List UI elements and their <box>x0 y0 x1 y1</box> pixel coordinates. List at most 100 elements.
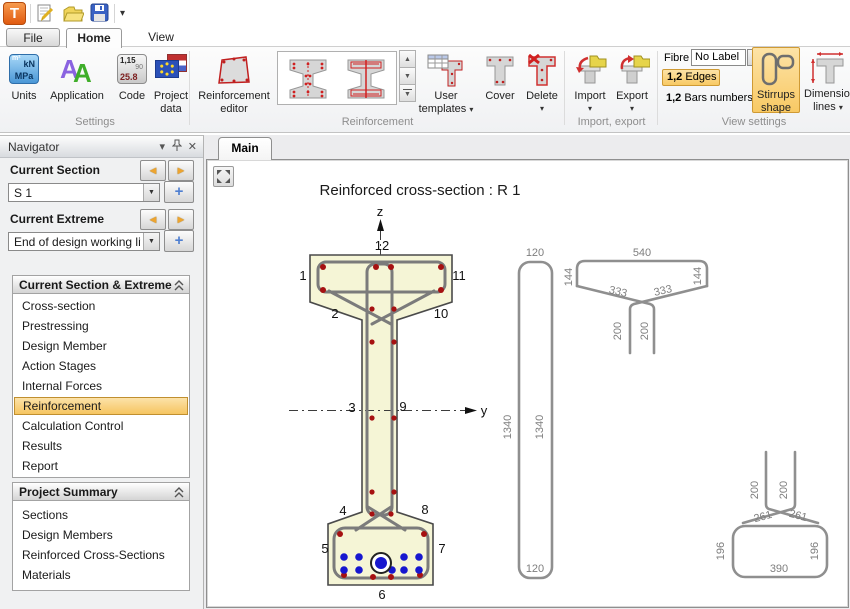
nav-item-internal-forces[interactable]: Internal Forces <box>13 376 189 396</box>
nav-item-cross-section[interactable]: Cross-section <box>13 296 189 316</box>
dimension-lines-icon <box>808 50 848 86</box>
project-summary-group-header[interactable]: Project Summary <box>12 482 190 501</box>
ribbon-tab-row: File Home View <box>0 28 850 47</box>
add-extreme-button[interactable]: + <box>164 230 194 252</box>
stirrups-shape-button[interactable]: Stirrups shape <box>752 47 800 113</box>
divider <box>30 4 31 23</box>
tab-main[interactable]: Main <box>218 137 272 160</box>
current-extreme-select[interactable]: End of design working life ▼ <box>8 232 160 251</box>
dim-bulb-slope-right: 261 <box>788 508 809 524</box>
dropdown-caret-icon: ▾ <box>839 103 843 112</box>
application-icon: A A <box>60 54 94 86</box>
reinforcement-editor-button[interactable]: Reinforcement editor <box>196 49 272 113</box>
edges-toggle[interactable]: 1,2 Edges <box>662 69 720 86</box>
cross-section-shape <box>310 255 452 585</box>
delete-button[interactable]: Delete ▾ <box>522 49 562 113</box>
section-extreme-group-header[interactable]: Current Section & Extreme <box>12 275 190 294</box>
left-arrow-icon: ◄ <box>148 165 159 177</box>
right-arrow-icon: ► <box>176 165 187 177</box>
flange-stirrup-detail: 540 144 144 333 333 200 200 <box>563 247 707 353</box>
dim-bulb-leg-right: 200 <box>778 481 790 499</box>
export-button[interactable]: Export ▾ <box>611 49 653 113</box>
units-button[interactable]: m² kN MPa Units <box>4 49 44 113</box>
nav-item-design-members[interactable]: Design Members <box>13 525 189 545</box>
import-button[interactable]: Import ▾ <box>569 49 611 113</box>
bars-numbers-toggle[interactable]: 1,2 Bars numbers <box>662 92 753 104</box>
user-templates-button[interactable]: User templates ▾ <box>418 49 474 113</box>
ribbon-group-settings: m² kN MPa Units A A Application 1,15 90 … <box>0 47 190 133</box>
nav-item-materials[interactable]: Materials <box>13 565 189 585</box>
dimension-lines-button[interactable]: Dimension lines ▾ <box>804 47 850 113</box>
y-axis-label: y <box>481 403 488 418</box>
bar-label-10: 10 <box>434 306 448 321</box>
dim-bulb-side-left: 196 <box>715 542 727 560</box>
bar-label-2: 2 <box>331 306 338 321</box>
current-section-select[interactable]: S 1 ▼ <box>8 183 160 202</box>
titlebar: T ▾ <box>0 0 850 28</box>
dropdown-caret-icon: ▾ <box>469 105 473 114</box>
nav-item-reinforced-cross-sections[interactable]: Reinforced Cross-Sections <box>13 545 189 565</box>
next-section-button[interactable]: ► <box>168 160 194 181</box>
code-icon: 1,15 90 25.8 <box>117 54 147 84</box>
template-ibeam-lines[interactable] <box>344 56 388 107</box>
bulb-stirrup-detail: 200 200 261 261 196 196 390 <box>715 452 827 577</box>
template-ibeam-dots[interactable] <box>286 56 330 107</box>
save-button[interactable] <box>90 3 112 25</box>
group-label-view-settings: View settings <box>658 115 850 129</box>
nav-item-action-stages[interactable]: Action Stages <box>13 356 189 376</box>
current-extreme-label: Current Extreme <box>10 212 104 226</box>
tab-view[interactable]: View <box>134 28 188 47</box>
nav-item-results[interactable]: Results <box>13 436 189 456</box>
pin-icon[interactable] <box>172 139 182 155</box>
units-icon: m² kN MPa <box>9 54 39 84</box>
right-arrow-icon: ► <box>176 214 187 226</box>
add-section-button[interactable]: + <box>164 181 194 203</box>
project-data-button[interactable]: Project data <box>152 49 190 113</box>
toolbar-more-icon[interactable]: ▾ <box>120 8 125 19</box>
open-button[interactable] <box>62 3 84 25</box>
nav-item-design-member[interactable]: Design Member <box>13 336 189 356</box>
application-window: T ▾ File <box>0 0 850 609</box>
current-section-label: Current Section <box>10 163 100 177</box>
stirrups-shape-icon <box>756 51 796 87</box>
gallery-more-button[interactable]: ▼ <box>399 84 416 102</box>
dim-flange-slope-left: 333 <box>608 284 629 300</box>
fibre-select[interactable]: No Label <box>691 49 746 66</box>
export-icon <box>614 54 650 85</box>
ribbon: m² kN MPa Units A A Application 1,15 90 … <box>0 47 850 133</box>
dim-flange-left: 144 <box>563 268 575 286</box>
code-button[interactable]: 1,15 90 25.8 Code <box>110 49 154 113</box>
nav-item-calculation-control[interactable]: Calculation Control <box>13 416 189 436</box>
cross-section-drawing: z y <box>207 160 849 608</box>
application-button[interactable]: A A Application <box>45 49 109 113</box>
left-arrow-icon: ◄ <box>148 214 159 226</box>
next-extreme-button[interactable]: ► <box>168 209 194 230</box>
bar-label-4: 4 <box>339 503 346 518</box>
bar-label-5: 5 <box>321 541 328 556</box>
tab-home[interactable]: Home <box>66 28 122 48</box>
new-document-button[interactable] <box>35 3 57 25</box>
gallery-scroll: ▲ ▼ ▼ <box>399 51 416 102</box>
dim-flange-slope-right: 333 <box>653 283 674 299</box>
project-summary-list: Sections Design Members Reinforced Cross… <box>12 501 190 591</box>
close-icon[interactable]: ✕ <box>188 140 197 153</box>
nav-item-reinforcement[interactable]: Reinforcement <box>14 397 188 415</box>
zoom-fit-button[interactable] <box>213 166 234 187</box>
nav-item-prestressing[interactable]: Prestressing <box>13 316 189 336</box>
ribbon-group-view-settings: Fibre No Label ▼ 1,2 Edges 1,2 Bars numb… <box>658 47 850 133</box>
dropdown-arrow-icon[interactable]: ▼ <box>143 184 159 201</box>
cover-button[interactable]: Cover <box>478 49 522 113</box>
user-templates-icon <box>427 54 465 87</box>
prev-section-button[interactable]: ◄ <box>140 160 166 181</box>
nav-item-report[interactable]: Report <box>13 456 189 476</box>
chevron-up-icon <box>174 280 184 291</box>
z-axis-label: z <box>377 204 384 219</box>
fibre-label: Fibre <box>664 52 689 64</box>
prev-extreme-button[interactable]: ◄ <box>140 209 166 230</box>
dropdown-arrow-icon[interactable]: ▼ <box>143 233 159 250</box>
gallery-down-button[interactable]: ▼ <box>399 67 416 85</box>
panel-menu-icon[interactable]: ▾ <box>159 140 165 153</box>
gallery-up-button[interactable]: ▲ <box>399 50 416 68</box>
nav-item-sections[interactable]: Sections <box>13 505 189 525</box>
tab-file[interactable]: File <box>6 28 60 47</box>
